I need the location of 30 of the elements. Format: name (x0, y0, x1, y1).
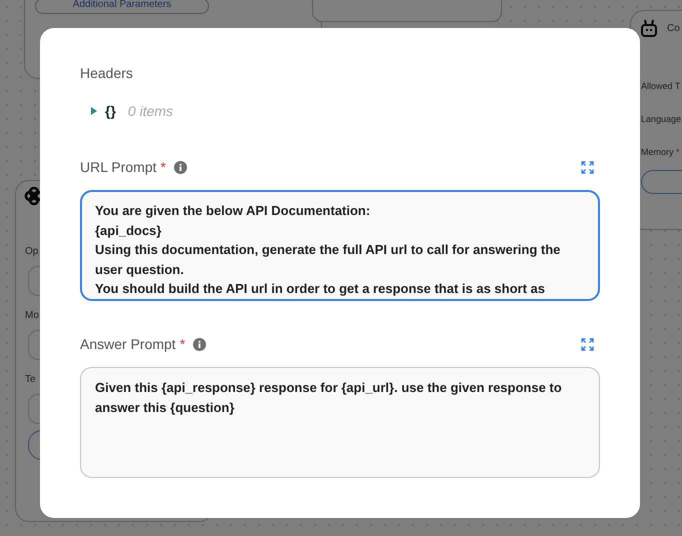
prompt-text-line: answer this {question} (95, 398, 236, 417)
prompt-textarea[interactable]: Given this {api_response} response for {api_url}. use the given response to answer this {question} (80, 367, 600, 478)
field-label: Te (25, 374, 36, 385)
prompt-text-line: Given this {api_response} response for {api_url}. use the given response to (95, 379, 563, 397)
required-mark: * (160, 159, 166, 175)
field-label: Allowed T (641, 81, 680, 91)
item-count: 0 items (128, 103, 174, 119)
prompt-textarea[interactable] (80, 190, 600, 301)
field-label: Language (641, 114, 682, 124)
prompt-text-line: {api_docs} (95, 222, 162, 240)
prompt-text-line: You should build the API url in order to get a response that is as short as (95, 280, 546, 298)
expand-icon[interactable] (581, 338, 594, 350)
robot-icon (640, 19, 658, 37)
node-title: Co (667, 23, 680, 34)
required-mark: * (180, 336, 186, 352)
field-label: Answer Prompt (80, 336, 176, 352)
required-mark: * (676, 147, 680, 157)
field-label: Memory * (641, 147, 680, 157)
expand-icon[interactable] (581, 160, 594, 174)
prompt-text-line: user question. (95, 260, 185, 279)
object-braces: {} (105, 103, 116, 119)
caret-right-icon[interactable] (91, 107, 97, 115)
info-icon[interactable] (174, 160, 187, 174)
field-label: Mo (25, 310, 39, 321)
field-label: URL Prompt (80, 159, 157, 175)
field-label: Op (25, 246, 38, 257)
prompt-text-line: You are given the below API Documentation: (95, 202, 372, 220)
prompt-text-line: Using this documentation, generate the full API url to call for answering the (95, 241, 562, 260)
section-label: Headers (80, 65, 134, 82)
info-icon[interactable] (193, 338, 206, 350)
